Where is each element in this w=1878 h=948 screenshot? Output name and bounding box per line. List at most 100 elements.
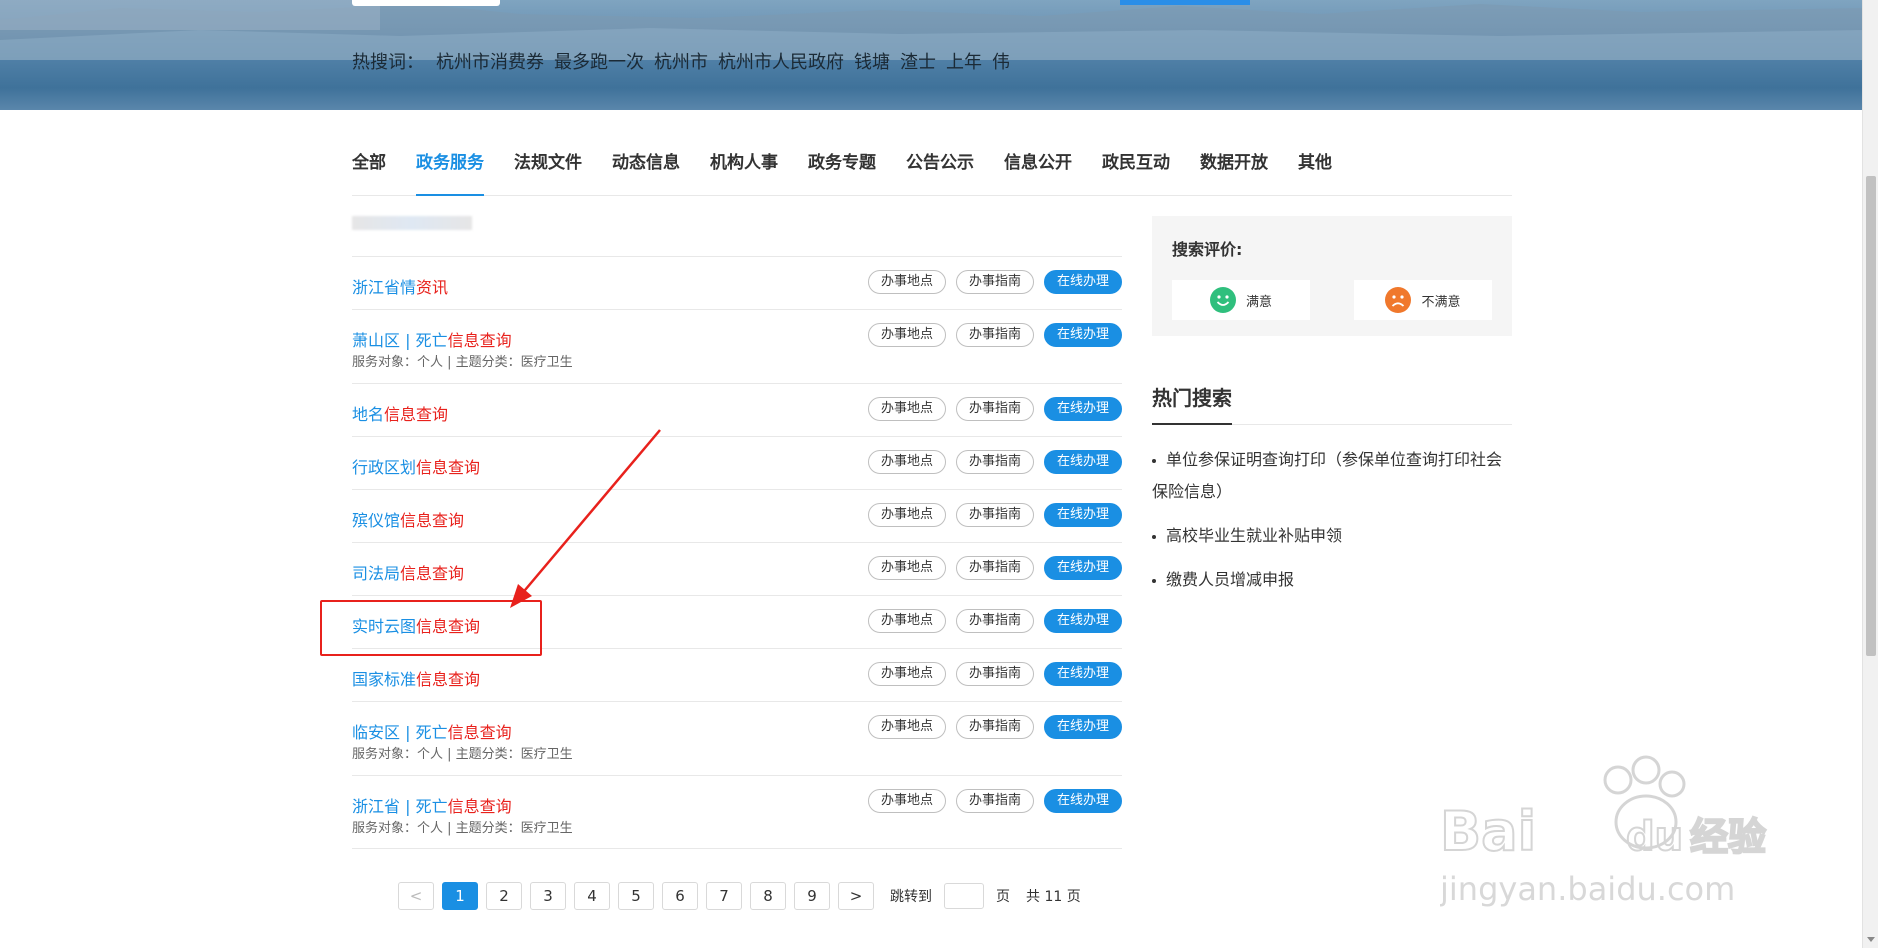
result-row: 临安区 | 死亡信息查询 服务对象：个人 | 主题分类：医疗卫生 办事地点 办事指南在… xyxy=(352,701,1122,775)
location-button[interactable]: 办事地点 xyxy=(867,556,946,580)
result-title-link[interactable]: 地名信息查询 xyxy=(352,401,448,425)
hot-search-title: 热门搜索 xyxy=(1152,386,1232,410)
next-page-button[interactable]: > xyxy=(838,882,874,910)
tab-open-data[interactable]: 数据开放 xyxy=(1200,150,1268,196)
location-button[interactable]: 办事地点 xyxy=(867,715,946,739)
scrollbar-thumb[interactable] xyxy=(1866,176,1876,656)
online-service-button[interactable]: 在线办理 xyxy=(1043,323,1122,347)
tab-personnel[interactable]: 机构人事 xyxy=(710,150,778,196)
page-button[interactable]: 2 xyxy=(486,882,522,910)
guide-button[interactable]: 办事指南 xyxy=(955,609,1034,633)
result-title-link[interactable]: 临安区 | 死亡信息查询 xyxy=(352,719,512,743)
guide-button[interactable]: 办事指南 xyxy=(955,556,1034,580)
page-button[interactable]: 7 xyxy=(706,882,742,910)
location-button[interactable]: 办事地点 xyxy=(867,270,946,294)
tab-topics[interactable]: 政务专题 xyxy=(808,150,876,196)
result-meta: 服务对象：个人 | 主题分类：医疗卫生 xyxy=(352,821,573,836)
guide-button[interactable]: 办事指南 xyxy=(955,450,1034,474)
hot-word-link[interactable]: 杭州市人民政府 xyxy=(718,48,844,74)
location-button[interactable]: 办事地点 xyxy=(867,323,946,347)
location-button[interactable]: 办事地点 xyxy=(867,789,946,813)
result-title-link[interactable]: 行政区划信息查询 xyxy=(352,454,480,478)
svg-text:jingyan.baidu.com: jingyan.baidu.com xyxy=(1440,870,1735,908)
online-service-button[interactable]: 在线办理 xyxy=(1043,662,1122,686)
guide-button[interactable]: 办事指南 xyxy=(955,789,1034,813)
online-service-button[interactable]: 在线办理 xyxy=(1043,503,1122,527)
online-service-button[interactable]: 在线办理 xyxy=(1043,789,1122,813)
hot-words-label: 热搜词： xyxy=(352,52,424,73)
page-button[interactable]: 3 xyxy=(530,882,566,910)
tab-all[interactable]: 全部 xyxy=(352,150,386,196)
online-service-button[interactable]: 在线办理 xyxy=(1043,270,1122,294)
result-title-link[interactable]: 萧山区 | 死亡信息查询 xyxy=(352,327,512,351)
guide-button[interactable]: 办事指南 xyxy=(955,270,1034,294)
pagination: < 1 2 3 4 5 6 7 8 9 > 跳转到 页 共 11 页 xyxy=(398,882,1081,910)
page-button[interactable]: 9 xyxy=(794,882,830,910)
prev-page-button[interactable]: < xyxy=(398,882,434,910)
result-title-link[interactable]: 浙江省 | 死亡信息查询 xyxy=(352,793,512,817)
blurred-result-count xyxy=(352,216,472,230)
result-row: 行政区划信息查询 办事地点 办事指南 在线办理 xyxy=(352,436,1122,489)
unsatisfied-label: 不满意 xyxy=(1421,294,1461,310)
online-service-button[interactable]: 在线办理 xyxy=(1043,397,1122,421)
hot-search-item[interactable]: 单位参保证明查询打印（参保单位查询打印社会保险信息） xyxy=(1152,444,1512,508)
page-button[interactable]: 4 xyxy=(574,882,610,910)
hot-search-item[interactable]: 缴费人员增减申报 xyxy=(1152,564,1512,596)
tab-news[interactable]: 动态信息 xyxy=(612,150,680,196)
guide-button[interactable]: 办事指南 xyxy=(955,662,1034,686)
page-button[interactable]: 5 xyxy=(618,882,654,910)
result-title-link[interactable]: 浙江省情资讯 xyxy=(352,274,448,298)
tab-other[interactable]: 其他 xyxy=(1298,150,1332,196)
page-unit-label: 页 xyxy=(996,889,1010,905)
hot-word-link[interactable]: 钱塘 xyxy=(854,48,890,74)
result-actions: 办事地点 办事指南 在线办理 xyxy=(867,503,1122,527)
hot-search-list: 单位参保证明查询打印（参保单位查询打印社会保险信息） 高校毕业生就业补贴申领 缴… xyxy=(1152,444,1512,608)
scroll-down-arrow-icon[interactable] xyxy=(1867,937,1875,942)
guide-button[interactable]: 办事指南 xyxy=(955,503,1034,527)
online-service-button[interactable]: 在线办理 xyxy=(1043,609,1122,633)
location-button[interactable]: 办事地点 xyxy=(867,450,946,474)
result-actions: 办事地点 办事指南 在线办理 xyxy=(867,609,1122,633)
tab-disclosure[interactable]: 信息公开 xyxy=(1004,150,1072,196)
result-title-link[interactable]: 司法局信息查询 xyxy=(352,560,464,584)
hot-search-item[interactable]: 高校毕业生就业补贴申领 xyxy=(1152,520,1512,552)
tab-regulations[interactable]: 法规文件 xyxy=(514,150,582,196)
hot-word-link[interactable]: 上年 xyxy=(946,48,982,74)
guide-button[interactable]: 办事指南 xyxy=(955,323,1034,347)
jump-page-input[interactable] xyxy=(944,883,984,909)
guide-button[interactable]: 办事指南 xyxy=(955,397,1034,421)
online-service-button[interactable]: 在线办理 xyxy=(1043,715,1122,739)
result-actions: 办事地点 办事指南 在线办理 xyxy=(867,715,1122,739)
annotation-highlight-box xyxy=(320,600,542,656)
hot-word-link[interactable]: 杭州市消费券 xyxy=(436,48,544,74)
tab-announcements[interactable]: 公告公示 xyxy=(906,150,974,196)
online-service-button[interactable]: 在线办理 xyxy=(1043,556,1122,580)
page-button[interactable]: 6 xyxy=(662,882,698,910)
hot-word-link[interactable]: 最多跑一次 xyxy=(554,48,644,74)
location-button[interactable]: 办事地点 xyxy=(867,397,946,421)
search-button-edge[interactable] xyxy=(1120,0,1250,5)
location-button[interactable]: 办事地点 xyxy=(867,662,946,686)
result-title-link[interactable]: 国家标准信息查询 xyxy=(352,666,480,690)
hot-word-link[interactable]: 杭州市 xyxy=(654,48,708,74)
satisfied-button[interactable]: 满意 xyxy=(1172,280,1310,320)
search-input-edge[interactable] xyxy=(352,0,500,6)
unsatisfied-button[interactable]: 不满意 xyxy=(1354,280,1492,320)
tab-government-services[interactable]: 政务服务 xyxy=(416,150,484,196)
result-title-link[interactable]: 殡仪馆信息查询 xyxy=(352,507,464,531)
page-button[interactable]: 8 xyxy=(750,882,786,910)
vertical-scrollbar[interactable] xyxy=(1862,0,1878,948)
location-button[interactable]: 办事地点 xyxy=(867,503,946,527)
satisfied-label: 满意 xyxy=(1245,294,1272,310)
hot-word-link[interactable]: 渣士 xyxy=(900,48,936,74)
online-service-button[interactable]: 在线办理 xyxy=(1043,450,1122,474)
location-button[interactable]: 办事地点 xyxy=(867,609,946,633)
result-actions: 办事地点 办事指南 在线办理 xyxy=(867,789,1122,813)
hot-search-words: 热搜词： 杭州市消费券 最多跑一次 杭州市 杭州市人民政府 钱塘 渣士 上年 伟 xyxy=(352,48,1010,74)
tab-interaction[interactable]: 政民互动 xyxy=(1102,150,1170,196)
hot-word-link[interactable]: 伟 xyxy=(992,48,1010,74)
svg-text:du: du xyxy=(1626,814,1683,860)
guide-button[interactable]: 办事指南 xyxy=(955,715,1034,739)
page-button[interactable]: 1 xyxy=(442,882,478,910)
sad-face-icon xyxy=(1385,287,1412,313)
